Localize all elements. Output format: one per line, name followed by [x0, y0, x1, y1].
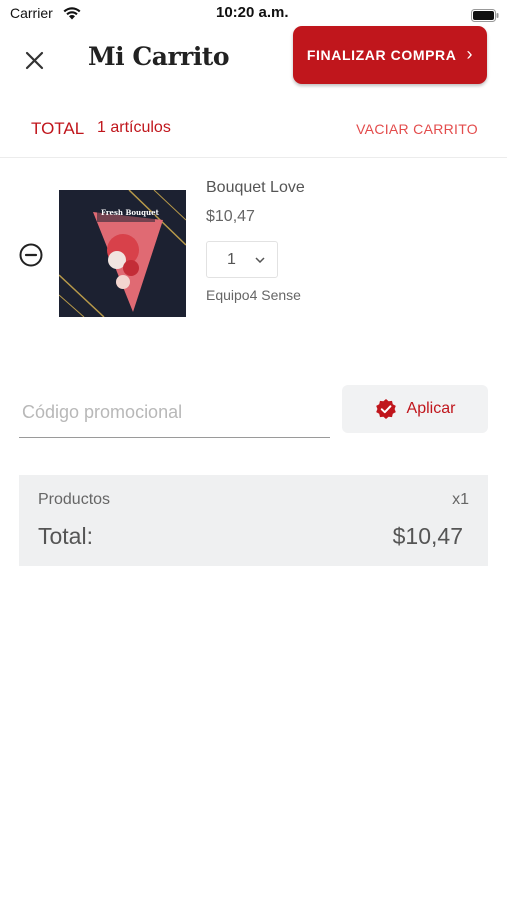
- products-label: Productos: [38, 491, 111, 508]
- quantity-value: 1: [227, 250, 236, 268]
- checkout-button[interactable]: FINALIZAR COMPRA ›: [293, 26, 487, 84]
- seller-name: Equipo4 Sense: [206, 287, 301, 303]
- status-bar: Carrier 10:20 a.m.: [0, 0, 507, 28]
- products-count: x1: [452, 491, 469, 508]
- summary-total-label: Total:: [38, 523, 93, 549]
- wifi-icon: [62, 5, 82, 24]
- close-icon: [25, 51, 44, 70]
- image-brand-text: Fresh Bouquet: [101, 208, 159, 217]
- chevron-down-icon: [255, 256, 265, 263]
- item-count: 1 artículos: [97, 119, 171, 136]
- carrier-label: Carrier: [10, 5, 53, 21]
- cart-total-row: TOTAL 1 artículos VACIAR CARRITO: [0, 105, 507, 158]
- chevron-right-icon: ›: [466, 43, 474, 64]
- close-button[interactable]: [20, 46, 50, 76]
- promo-code-input[interactable]: [19, 388, 330, 438]
- minus-circle-icon: [19, 243, 43, 267]
- product-image[interactable]: Fresh Bouquet: [59, 190, 186, 317]
- product-price: $10,47: [206, 208, 255, 225]
- apply-label: Aplicar: [406, 400, 456, 417]
- summary-total-value: $10,47: [392, 523, 463, 549]
- checkout-label: FINALIZAR COMPRA: [306, 47, 457, 63]
- page-title: Mi Carrito: [88, 42, 230, 71]
- battery-icon: [471, 7, 499, 26]
- order-summary: Productos x1 Total: $10,47: [19, 475, 488, 566]
- apply-promo-button[interactable]: Aplicar: [342, 385, 488, 433]
- total-label: TOTAL: [31, 119, 85, 138]
- quantity-select[interactable]: 1: [206, 241, 278, 278]
- clear-cart-button[interactable]: VACIAR CARRITO: [356, 121, 478, 137]
- verified-badge-icon: [375, 399, 396, 419]
- remove-item-button[interactable]: [19, 243, 43, 267]
- clock: 10:20 a.m.: [216, 4, 289, 21]
- product-name: Bouquet Love: [206, 179, 305, 196]
